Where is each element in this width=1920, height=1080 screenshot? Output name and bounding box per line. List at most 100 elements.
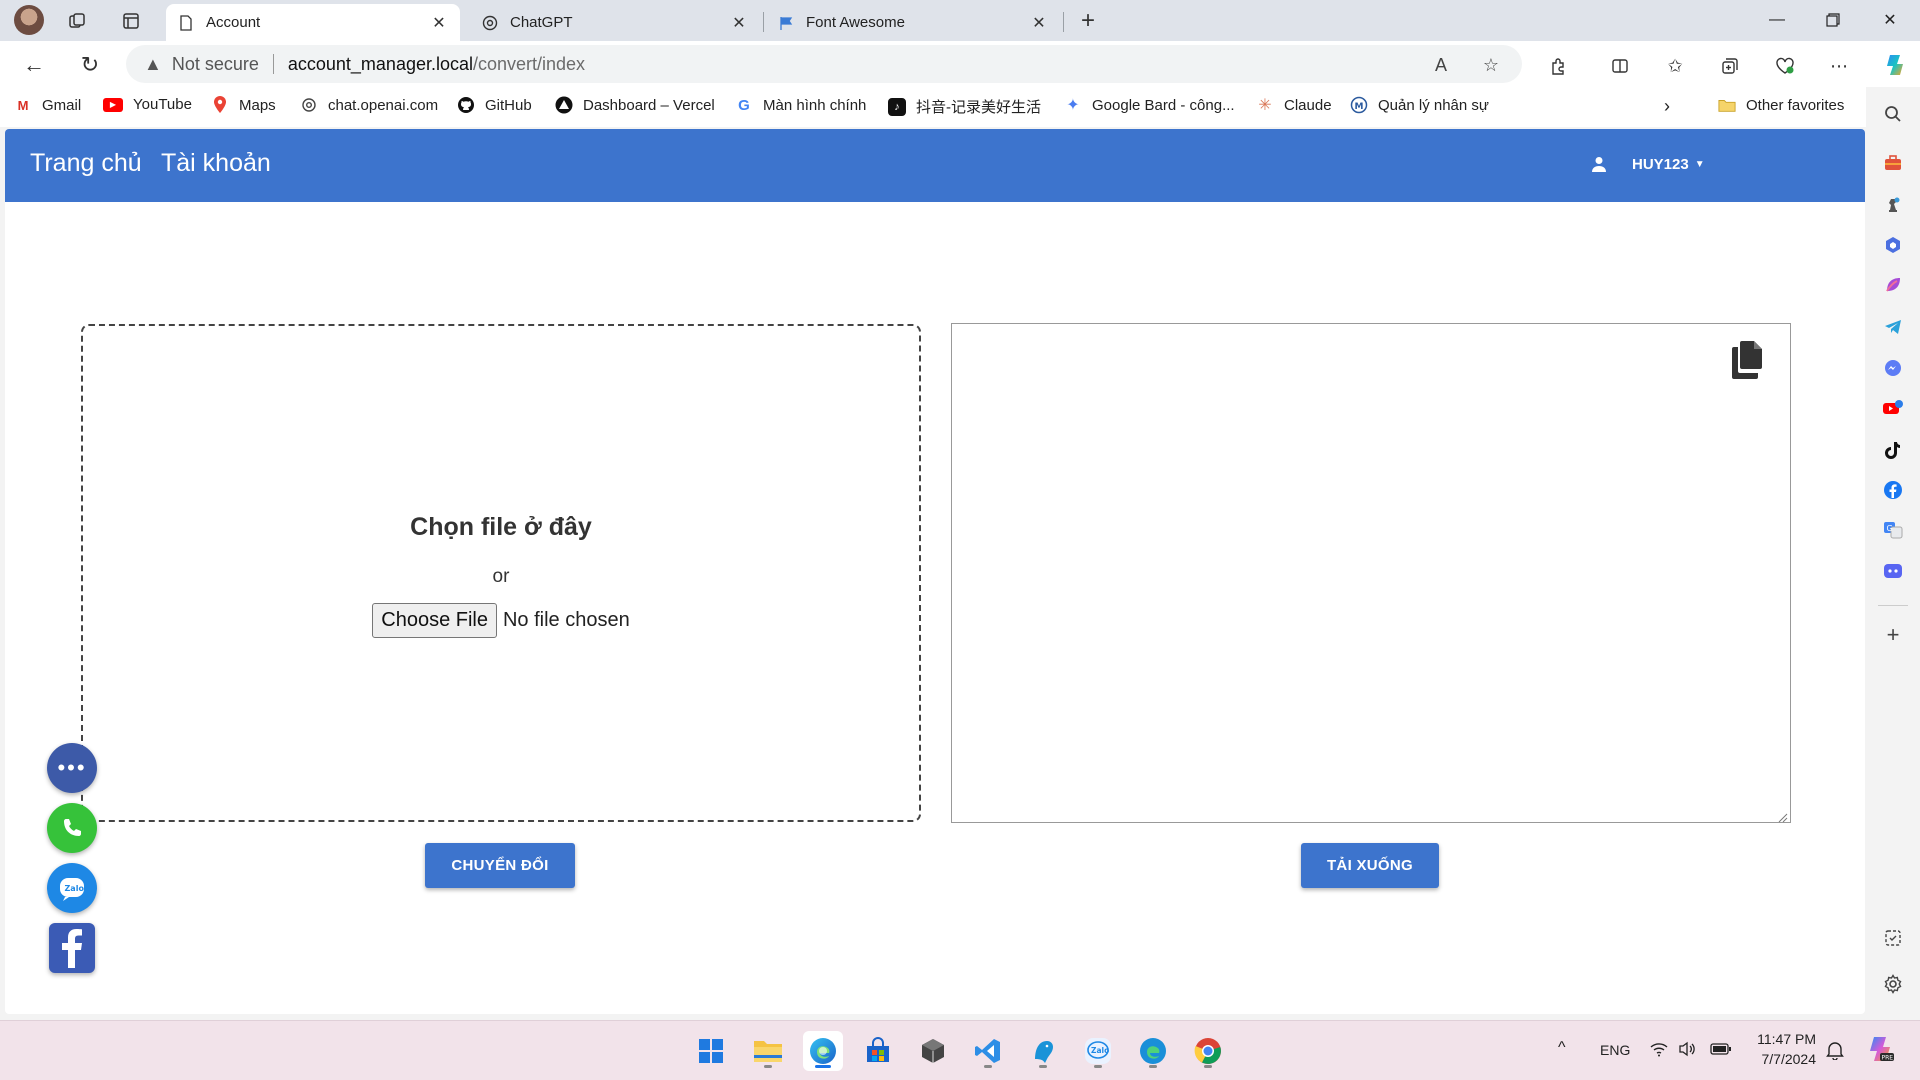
page-viewport: Trang chủ Tài khoản HUY123 ▼ Chọn file ở… [5, 129, 1865, 1014]
language-indicator[interactable]: ENG [1600, 1042, 1630, 1058]
bookmark-label: Other favorites [1746, 96, 1845, 114]
favorite-star-icon[interactable]: ☆ [1478, 52, 1504, 78]
edge-app[interactable] [803, 1031, 843, 1071]
telegram-icon[interactable] [1879, 313, 1907, 341]
chevron-right-icon[interactable]: › [1664, 96, 1670, 117]
bookmark-gmail[interactable]: M Gmail [14, 96, 82, 114]
more-contacts-button[interactable]: ••• [47, 743, 97, 793]
bookmark-quan-ly-nhan-su[interactable]: M Quản lý nhân sự [1350, 96, 1489, 114]
browser-essentials-icon[interactable] [1772, 53, 1798, 79]
messenger-icon[interactable] [1879, 354, 1907, 382]
nav-home-link[interactable]: Trang chủ [30, 149, 142, 178]
unity-app[interactable] [913, 1031, 953, 1071]
security-label[interactable]: Not secure [172, 54, 259, 75]
microsoft-store-app[interactable] [858, 1031, 898, 1071]
translate-icon[interactable]: G [1879, 516, 1907, 544]
new-tab-icon[interactable]: + [1075, 7, 1101, 34]
youtube-icon[interactable] [1879, 394, 1907, 422]
extensions-icon[interactable] [1545, 53, 1571, 79]
svg-text:Zalo: Zalo [1091, 1046, 1109, 1055]
read-aloud-icon[interactable]: A [1428, 52, 1454, 78]
url-host[interactable]: account_manager.local [288, 54, 473, 75]
clock-time[interactable]: 11:47 PM [1752, 1031, 1816, 1047]
tab-chatgpt[interactable]: ChatGPT ✕ [470, 4, 760, 41]
chevron-up-icon[interactable]: ^ [1558, 1039, 1566, 1057]
bookmark-maps[interactable]: Maps [211, 96, 276, 114]
user-menu-dropdown[interactable]: HUY123 ▼ [1590, 155, 1705, 173]
address-bar[interactable]: ▲ Not secure account_manager.local/conve… [126, 45, 1522, 83]
output-textarea[interactable] [951, 323, 1791, 823]
tiktok-icon[interactable] [1879, 436, 1907, 464]
games-icon[interactable] [1879, 191, 1907, 219]
close-icon[interactable]: ✕ [730, 13, 748, 33]
github-icon [457, 96, 475, 114]
facebook-icon [62, 929, 82, 968]
copy-icon[interactable] [1728, 339, 1768, 379]
wifi-icon[interactable] [1650, 1041, 1668, 1061]
edge-dev-app[interactable] [1133, 1031, 1173, 1071]
bookmark-claude[interactable]: ✳ Claude [1256, 96, 1331, 115]
phone-call-button[interactable] [47, 803, 97, 853]
split-screen-icon[interactable] [1607, 53, 1633, 79]
volume-icon[interactable] [1678, 1041, 1696, 1061]
zalo-button[interactable]: Zalo [47, 863, 97, 913]
download-button[interactable]: TẢI XUỐNG [1301, 843, 1439, 888]
bookmark-chat-openai[interactable]: chat.openai.com [300, 96, 438, 114]
bookmark-man-hinh-chinh[interactable]: G Màn hình chính [735, 96, 866, 114]
chrome-app[interactable] [1188, 1031, 1228, 1071]
file-explorer-app[interactable] [748, 1031, 788, 1071]
facebook-icon[interactable] [1879, 476, 1907, 504]
facebook-button[interactable] [49, 923, 95, 973]
more-options-icon[interactable]: ⋯ [1826, 53, 1852, 79]
reload-icon[interactable]: ↻ [74, 49, 106, 81]
bookmark-vercel[interactable]: Dashboard – Vercel [555, 96, 715, 114]
page-icon [178, 14, 194, 31]
add-icon[interactable]: + [1879, 621, 1907, 649]
discord-icon[interactable] [1879, 557, 1907, 585]
clock-date[interactable]: 7/7/2024 [1752, 1051, 1817, 1067]
microsoft-365-icon[interactable] [1879, 231, 1907, 259]
notification-bell-icon[interactable] [1826, 1040, 1844, 1064]
tab-account[interactable]: Account ✕ [166, 4, 460, 41]
battery-icon[interactable] [1710, 1041, 1732, 1061]
tab-font-awesome[interactable]: Font Awesome ✕ [766, 4, 1060, 41]
tools-icon[interactable] [1879, 149, 1907, 177]
copilot-icon[interactable] [1880, 50, 1910, 80]
bookmark-google-bard[interactable]: ✦ Google Bard - công... [1064, 96, 1234, 115]
zalo-icon: Zalo [1085, 1038, 1111, 1064]
restore-icon[interactable] [1813, 8, 1853, 32]
bookmark-youtube[interactable]: ▶ YouTube [103, 96, 192, 113]
nav-account-link[interactable]: Tài khoản [161, 149, 271, 178]
url-path[interactable]: /convert/index [473, 54, 585, 75]
close-icon[interactable]: ✕ [430, 13, 448, 33]
search-icon[interactable] [1879, 100, 1907, 128]
convert-button[interactable]: CHUYỂN ĐỔI [425, 843, 575, 888]
running-indicator [764, 1065, 772, 1068]
favorites-icon[interactable]: ✩ [1662, 53, 1688, 79]
bookmark-other-favorites[interactable]: Other favorites [1718, 96, 1844, 114]
choose-file-button[interactable]: Choose File [372, 603, 497, 638]
bookmark-douyin[interactable]: ♪ 抖音-记录美好生活 [888, 96, 1041, 117]
profile-avatar[interactable] [14, 5, 44, 35]
vscode-app[interactable] [968, 1031, 1008, 1071]
google-icon: G [738, 96, 750, 114]
minimize-icon[interactable]: — [1757, 8, 1797, 32]
zalo-app[interactable]: Zalo [1078, 1031, 1118, 1071]
warning-icon[interactable]: ▲ [144, 54, 162, 75]
screenshot-icon[interactable] [1879, 924, 1907, 952]
resize-grip-icon[interactable] [1778, 810, 1788, 823]
back-arrow-icon[interactable]: ← [18, 49, 50, 81]
designer-icon[interactable] [1879, 271, 1907, 299]
start-button[interactable] [691, 1031, 731, 1071]
file-drop-zone[interactable]: Chọn file ở đây or Choose File No file c… [81, 324, 921, 822]
mysql-workbench-app[interactable] [1023, 1031, 1063, 1071]
collections-icon[interactable] [1717, 53, 1743, 79]
bookmark-github[interactable]: GitHub [457, 96, 532, 114]
close-window-icon[interactable]: ✕ [1870, 8, 1910, 32]
vertical-tabs-icon[interactable] [118, 8, 144, 34]
bookmark-label: Dashboard – Vercel [583, 96, 715, 114]
workspaces-icon[interactable] [64, 8, 90, 34]
copilot-icon[interactable]: PRE [1864, 1033, 1896, 1069]
close-icon[interactable]: ✕ [1030, 13, 1048, 33]
settings-gear-icon[interactable] [1879, 970, 1907, 998]
